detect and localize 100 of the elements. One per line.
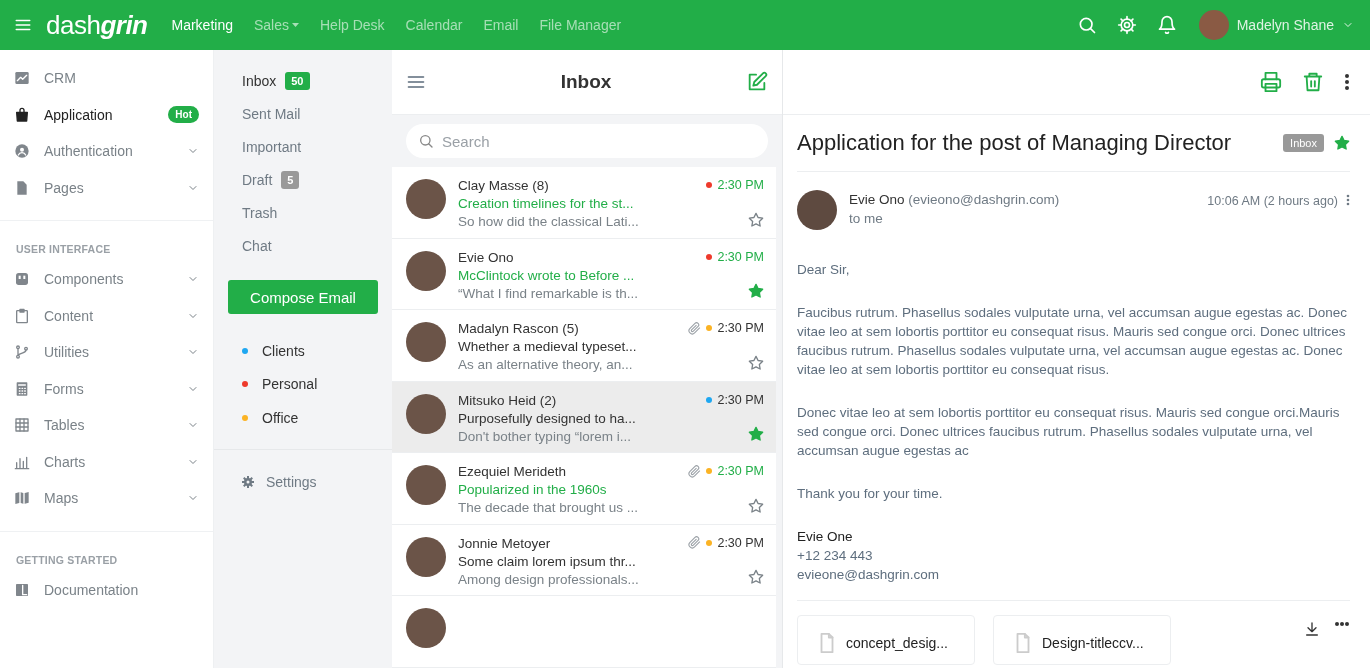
more-icon[interactable]	[1334, 621, 1350, 627]
attachment-card[interactable]: concept_desig...	[797, 615, 975, 665]
count-badge: 50	[285, 71, 310, 90]
folder-item[interactable]: Important	[228, 130, 378, 163]
sidebar-item[interactable]: CRM	[0, 60, 213, 97]
email-preview: Don't bother typing “lorem i...	[458, 428, 632, 444]
avatar	[797, 190, 837, 230]
count-badge: 5	[281, 170, 300, 189]
email-time: 2:30 PM	[717, 464, 764, 479]
printer-icon[interactable]	[1260, 71, 1282, 93]
folder-item[interactable]: Draft 5	[228, 163, 378, 196]
email-item[interactable]: Jonnie Metoyer Some claim lorem ipsum thr... Among design professionals... 2:30 PM	[392, 524, 776, 597]
label-item[interactable]: Clients	[262, 342, 305, 359]
sidebar-item[interactable]: Forms	[0, 370, 213, 407]
sidebar-label: Documentation	[44, 581, 140, 598]
chart-icon	[14, 70, 30, 87]
branch-icon	[14, 344, 30, 361]
email-item[interactable]: Evie Ono McClintock wrote to Before ... “What I find remarkable is th... 2:30 PM	[392, 238, 776, 311]
folder-label: Draft	[242, 171, 273, 188]
recipient: to me	[849, 211, 884, 226]
compose-icon[interactable]	[746, 71, 768, 93]
sidebar-item[interactable]: Authentication	[0, 133, 213, 170]
label-item[interactable]: Office	[262, 409, 299, 426]
grid-icon	[14, 417, 30, 434]
bell-icon[interactable]	[1156, 15, 1177, 35]
folder-item[interactable]: Chat	[228, 229, 378, 262]
folder-label: Sent Mail	[242, 105, 301, 122]
folder-label: Important	[242, 138, 302, 155]
star-icon[interactable]	[748, 211, 764, 228]
sidebar-item[interactable]: Utilities	[0, 334, 213, 371]
settings-link[interactable]: Settings	[266, 473, 317, 490]
inbox-title: Inbox	[560, 71, 612, 93]
sidebar-item[interactable]: Maps	[0, 480, 213, 517]
sidebar-label: Tables	[44, 417, 86, 434]
caret-icon	[292, 23, 299, 27]
email-preview: The decade that brought us ...	[458, 500, 640, 516]
email-subject: Purposefully designed to ha...	[458, 410, 637, 426]
folder-item[interactable]: Sent Mail	[228, 97, 378, 130]
avatar	[406, 393, 446, 434]
avatar	[406, 536, 446, 577]
clipboard-icon	[14, 307, 30, 324]
sidebar-item[interactable]: Components	[0, 261, 213, 298]
search-field[interactable]: Search	[406, 124, 768, 158]
avatar	[406, 608, 446, 649]
nav-link[interactable]: Marketing	[171, 17, 233, 33]
folder-item[interactable]: Trash	[228, 196, 378, 229]
map-icon	[14, 490, 30, 507]
calculator-icon	[14, 380, 30, 397]
signature-line: Evie One	[797, 528, 854, 546]
folder-label: Inbox	[242, 72, 277, 89]
star-icon[interactable]	[748, 283, 764, 300]
puzzle-icon	[14, 271, 30, 288]
sidebar-label: Authentication	[44, 143, 134, 160]
closing-line: Thank you for your time.	[797, 485, 944, 503]
email-preview: “What I find remarkable is th...	[458, 285, 640, 301]
avatar	[406, 179, 446, 219]
sidebar-item[interactable]: Tables	[0, 407, 213, 444]
sidebar-item[interactable]: Content	[0, 297, 213, 334]
avatar[interactable]	[1198, 10, 1229, 40]
avatar	[406, 322, 446, 363]
attachment-card[interactable]: Design-titleccv...	[993, 615, 1171, 665]
email-time: 2:30 PM	[717, 178, 764, 192]
sidebar-item[interactable]: Application Hot	[0, 96, 213, 133]
sidebar-label: Forms	[44, 380, 85, 397]
star-icon[interactable]	[748, 569, 764, 586]
email-item[interactable]: Clay Masse (8) Creation timelines for the st... So how did the classical Lati... 2:30 PM	[392, 167, 776, 239]
star-icon[interactable]	[748, 354, 764, 371]
message-paragraph: Faucibus rutrum. Phasellus sodales vulputate urna, vel accumsan augue egestas ac. Donec vitae leo at sem lobortis porttitor eu consequat risus. Mauris sed congue orci. Donec ultrices faucibus rutrum. Phasellus sodales vulputate urna, vel accumsan augue egestas ac. Donec vitae leo at sem lobortis porttitor eu consequat risus.	[797, 304, 1349, 379]
sender-name: Evie Ono	[849, 192, 905, 207]
sidebar-label: Utilities	[44, 344, 91, 361]
label-item[interactable]: Personal	[262, 376, 318, 393]
email-item[interactable]: Mitsuko Heid (2) Purposefully designed to ha... Don't bother typing “lorem i... 2:30 PM	[392, 381, 776, 454]
folder-label: Chat	[242, 237, 272, 254]
email-item[interactable]: Madalyn Rascon (5) Whether a medieval typeset... As an alternative theory, an... 2:30 PM	[392, 310, 776, 382]
star-icon[interactable]	[1334, 135, 1350, 151]
email-preview: As an alternative theory, an...	[458, 357, 634, 373]
folder-item[interactable]: Inbox 50	[228, 64, 378, 97]
trash-icon[interactable]	[1302, 71, 1324, 93]
settings-icon[interactable]	[1116, 15, 1137, 35]
sidebar-item[interactable]: Pages	[0, 169, 213, 206]
bag-icon	[14, 106, 30, 123]
star-icon[interactable]	[748, 497, 764, 514]
sidebar-item[interactable]: Documentation	[0, 571, 213, 608]
sender-name: Evie Ono	[458, 249, 515, 265]
message-time: 10:06 AM (2 hours ago)	[1207, 194, 1338, 208]
download-icon[interactable]	[1304, 621, 1320, 637]
more-icon[interactable]	[1344, 73, 1350, 91]
hot-badge: Hot	[168, 106, 199, 124]
star-icon[interactable]	[748, 426, 764, 443]
sidebar-label: Components	[44, 271, 125, 288]
sidebar-item[interactable]: Charts	[0, 443, 213, 480]
email-subject: Popularized in the 1960s	[458, 482, 608, 498]
email-item[interactable]: Ezequiel Merideth Popularized in the 1960s The decade that brought us ... 2:30 PM	[392, 453, 776, 525]
email-time: 2:30 PM	[717, 249, 764, 264]
brand-logo[interactable]: dashgrin	[46, 9, 148, 41]
email-item[interactable]	[392, 596, 776, 668]
inbox-badge: Inbox	[1283, 134, 1324, 152]
sidebar-label: Content	[44, 307, 95, 324]
compose-button[interactable]: Compose Email	[228, 280, 378, 314]
email-subject: Whether a medieval typeset...	[458, 339, 638, 355]
